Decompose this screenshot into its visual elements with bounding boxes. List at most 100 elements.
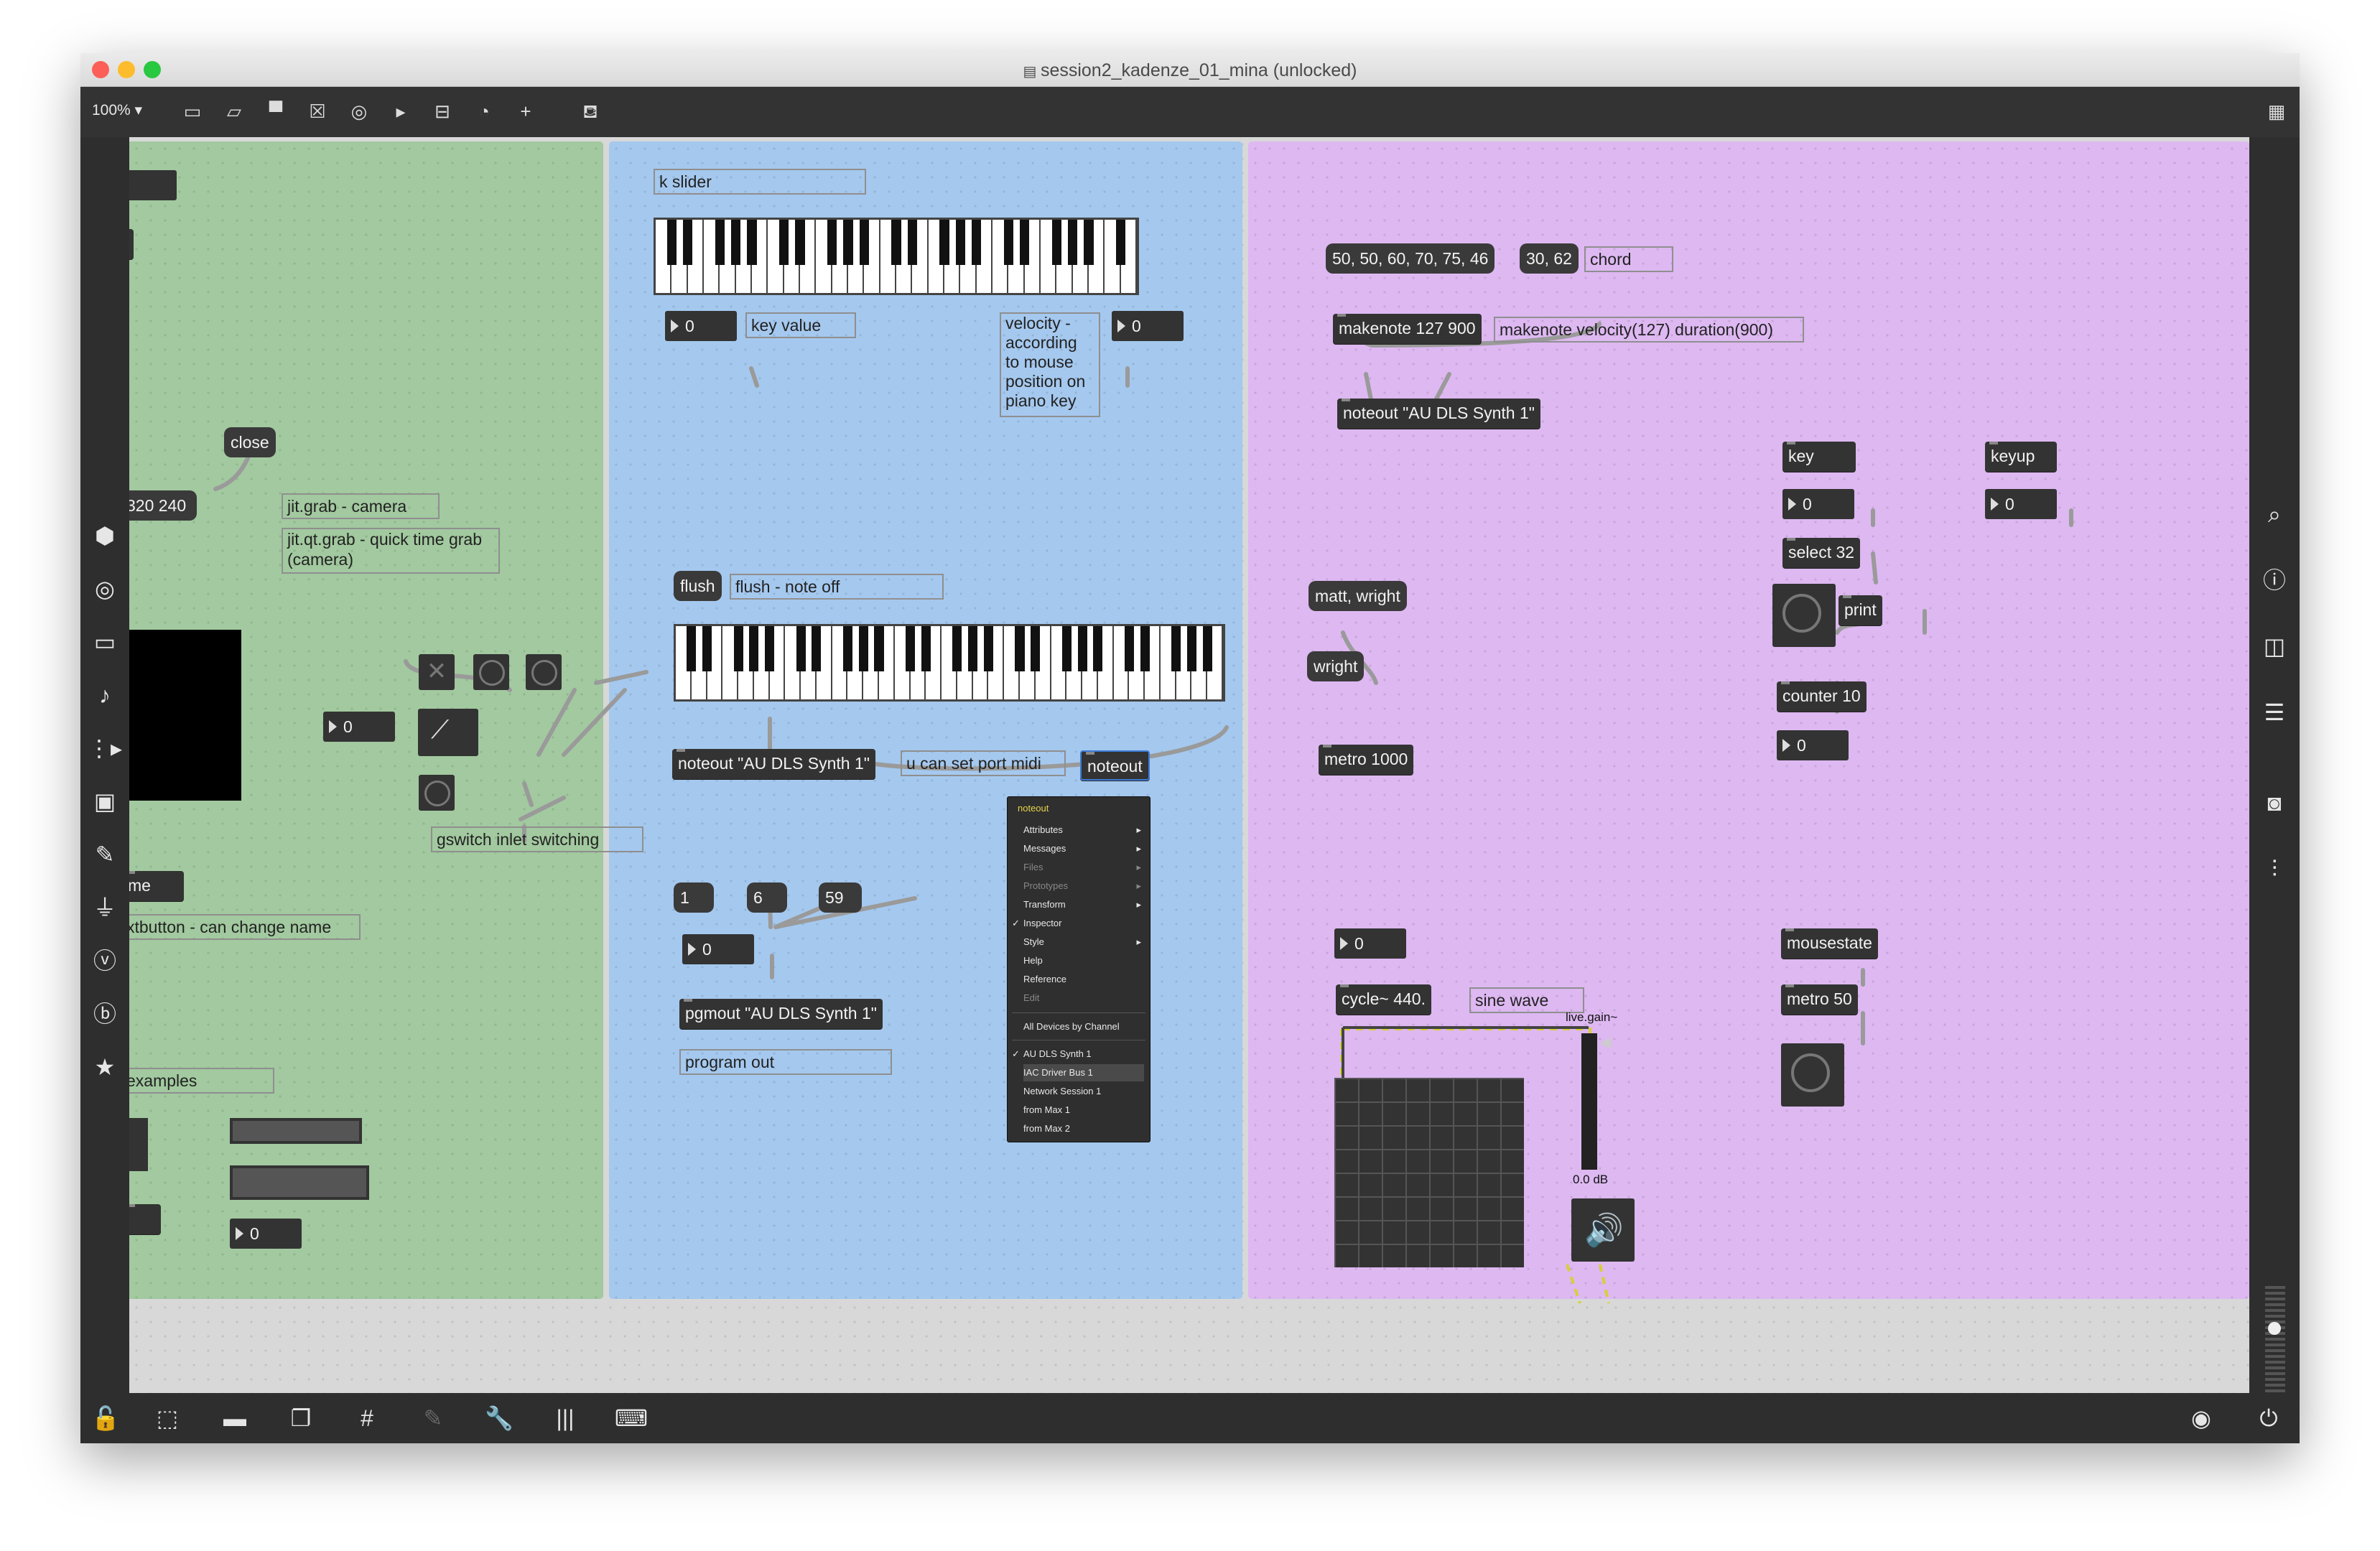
video-icon[interactable]: ▭ <box>87 624 123 660</box>
power-icon[interactable]: ⏻ <box>2251 1400 2287 1436</box>
menu-device-item[interactable]: Network Session 1 <box>1023 1083 1144 1100</box>
name-object[interactable]: me <box>129 871 184 901</box>
dial-cut[interactable] <box>129 1118 148 1171</box>
volume-knob[interactable] <box>2268 1322 2281 1335</box>
black-key[interactable] <box>1093 626 1103 672</box>
wright-message[interactable]: wright <box>1307 651 1365 681</box>
gswitch-output-button[interactable] <box>419 775 455 811</box>
sequencer-icon[interactable]: ⋮▸ <box>87 730 123 766</box>
metro-1000-object[interactable]: metro 1000 <box>1319 745 1414 775</box>
program-number-box[interactable]: 0 <box>682 934 754 964</box>
gswitch-button-right[interactable] <box>526 654 562 690</box>
new-message-icon[interactable]: ▱ <box>221 98 247 124</box>
pgmout-object[interactable]: pgmout "AU DLS Synth 1" <box>679 999 883 1029</box>
menu-device-item[interactable]: from Max 1 <box>1023 1101 1144 1119</box>
black-key[interactable] <box>1019 220 1030 266</box>
select-bang-button[interactable] <box>1772 584 1836 647</box>
menu-item-attributes[interactable]: Attributes ▸ <box>1023 821 1144 839</box>
image-icon[interactable]: ▣ <box>87 783 123 819</box>
makenote-object[interactable]: makenote 127 900 <box>1333 314 1482 344</box>
gswitch-object[interactable]: ⟋ <box>418 709 478 756</box>
black-key[interactable] <box>1031 626 1041 672</box>
noteout-selected-object[interactable]: noteout <box>1080 750 1150 781</box>
piano-keyboard-2[interactable] <box>674 624 1225 702</box>
grid-icon[interactable]: ▦ <box>2264 98 2290 124</box>
black-key[interactable] <box>796 626 806 672</box>
noteout-synth-object[interactable]: noteout "AU DLS Synth 1" <box>1337 399 1540 429</box>
slider-top[interactable] <box>230 1118 362 1144</box>
menu-item-inspector[interactable]: ✓ Inspector <box>1012 915 1144 932</box>
menu-item-edit[interactable]: Edit <box>1023 989 1144 1007</box>
black-key[interactable] <box>1140 626 1150 672</box>
black-key[interactable] <box>939 220 949 266</box>
program-59-message[interactable]: 59 <box>819 882 862 913</box>
black-key[interactable] <box>907 220 918 266</box>
new-object-icon[interactable]: ▭ <box>180 98 205 124</box>
black-key[interactable] <box>733 626 743 672</box>
black-key[interactable] <box>747 220 757 266</box>
black-key[interactable] <box>906 626 916 672</box>
counter-object[interactable]: counter 10 <box>1777 681 1867 712</box>
program-6-message[interactable]: 6 <box>747 882 787 913</box>
black-key[interactable] <box>1015 626 1025 672</box>
grid-toggle-icon[interactable]: # <box>349 1400 385 1436</box>
counter-number-box[interactable]: 0 <box>1777 730 1849 760</box>
note-list-message[interactable]: 50, 50, 60, 70, 75, 46 <box>1326 243 1495 274</box>
black-key[interactable] <box>687 626 697 672</box>
black-key[interactable] <box>1171 626 1181 672</box>
lock-icon[interactable]: 🔓 <box>88 1400 124 1436</box>
new-number-icon[interactable]: ▸ <box>388 98 414 124</box>
black-key[interactable] <box>812 626 822 672</box>
black-key[interactable] <box>955 220 966 266</box>
close-message[interactable]: close <box>224 427 276 457</box>
zoom-dropdown[interactable]: 100% ▾ <box>92 101 142 119</box>
gswitch-toggle[interactable] <box>419 654 455 690</box>
velocity-number-box[interactable]: 0 <box>1112 311 1184 341</box>
list-icon[interactable]: ☰ <box>2256 694 2292 730</box>
keyup-object[interactable]: keyup <box>1985 442 2057 472</box>
paint-bucket-icon[interactable]: ⛾ <box>577 98 603 124</box>
wrench-icon[interactable]: 🔧 <box>481 1400 517 1436</box>
b-icon[interactable]: ⓑ <box>87 996 123 1032</box>
program-1-message[interactable]: 1 <box>674 882 714 913</box>
select-object[interactable]: select 32 <box>1782 538 1861 568</box>
black-key[interactable] <box>1067 220 1078 266</box>
black-key[interactable] <box>842 626 853 672</box>
gswitch-number-box[interactable]: 0 <box>323 712 395 742</box>
chord-list-message[interactable]: 30, 62 <box>1520 243 1579 274</box>
black-key[interactable] <box>827 220 837 266</box>
black-key[interactable] <box>843 220 853 266</box>
black-key[interactable] <box>1051 220 1062 266</box>
frequency-number-box[interactable]: 0 <box>1334 928 1406 959</box>
black-key[interactable] <box>1202 626 1212 672</box>
black-key[interactable] <box>765 626 775 672</box>
keyboard-icon[interactable]: ⌨ <box>613 1400 649 1436</box>
live-gain-slider[interactable]: ◀ <box>1581 1033 1611 1170</box>
plug-icon[interactable]: ⏚ <box>87 890 123 926</box>
menu-device-item[interactable]: IAC Driver Bus 1 <box>1023 1064 1144 1081</box>
presentation-icon[interactable]: ▬ <box>217 1400 253 1436</box>
black-key[interactable] <box>983 626 993 672</box>
menu-item-transform[interactable]: Transform ▸ <box>1023 896 1144 913</box>
target-icon[interactable]: ◎ <box>87 571 123 607</box>
menu-item-help[interactable]: Help <box>1023 952 1144 969</box>
menu-item-reference[interactable]: Reference <box>1023 971 1144 988</box>
menu-device-item[interactable]: from Max 2 <box>1023 1120 1144 1137</box>
packages-icon[interactable]: ⬢ <box>87 518 123 554</box>
object-cut[interactable] <box>129 229 134 259</box>
black-key[interactable] <box>715 220 725 266</box>
menu-item-messages[interactable]: Messages ▸ <box>1023 840 1144 857</box>
black-key[interactable] <box>1186 626 1196 672</box>
keyup-number-box[interactable]: 0 <box>1985 489 2057 519</box>
add-object-icon[interactable]: + <box>513 98 539 124</box>
metro-50-object[interactable]: metro 50 <box>1781 984 1858 1015</box>
noteout-object[interactable]: noteout "AU DLS Synth 1" <box>672 749 875 779</box>
black-key[interactable] <box>778 220 789 266</box>
menu-item-files[interactable]: Files ▸ <box>1023 859 1144 876</box>
black-key[interactable] <box>1115 220 1126 266</box>
menu-devices-header[interactable]: All Devices by Channel <box>1023 1018 1144 1035</box>
menu-item-prototypes[interactable]: Prototypes ▸ <box>1023 877 1144 895</box>
camera-icon[interactable]: ◙ <box>2256 785 2292 821</box>
black-key[interactable] <box>952 626 962 672</box>
new-toggle-icon[interactable]: ☒ <box>305 98 330 124</box>
